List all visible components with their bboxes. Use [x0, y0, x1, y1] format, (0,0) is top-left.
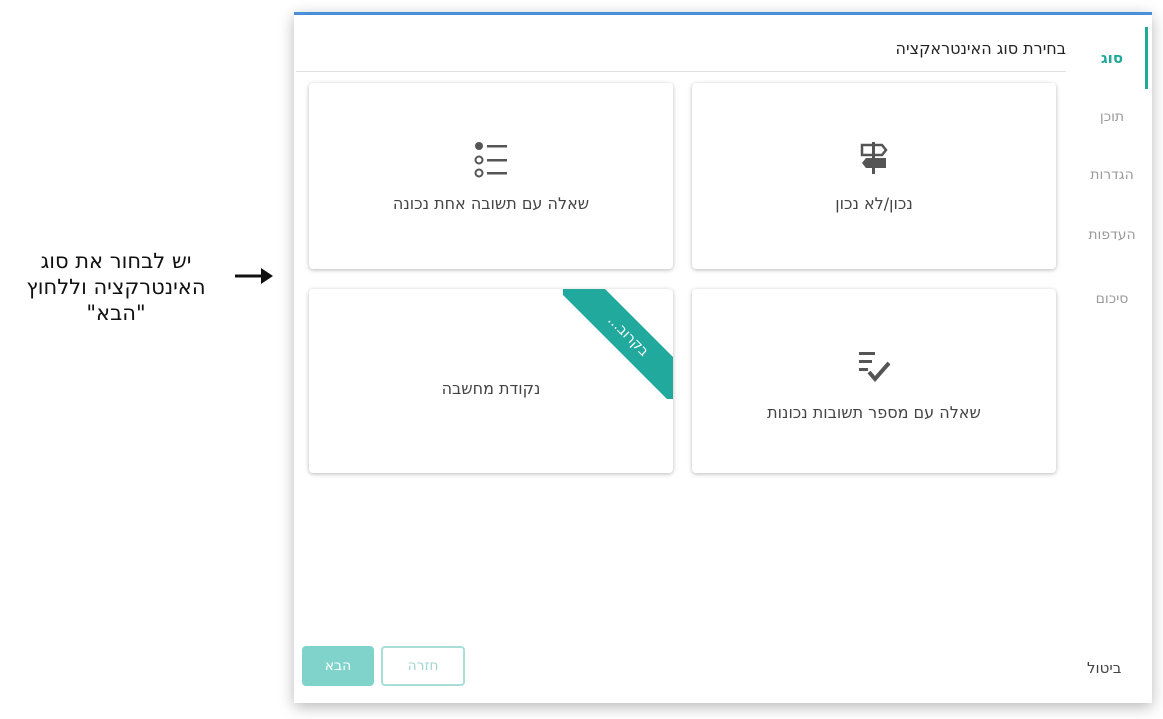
next-button[interactable]: הבא — [302, 646, 374, 686]
card-single-answer[interactable]: שאלה עם תשובה אחת נכונה — [309, 83, 673, 269]
card-true-false[interactable]: נכון/לא נכון — [692, 83, 1056, 269]
arrow-right-icon — [235, 268, 273, 284]
wizard-steps-sidebar: סוג תוכן הגדרות העדפות סיכום — [1072, 15, 1152, 703]
step-content[interactable]: תוכן — [1072, 109, 1152, 125]
card-thinking-point[interactable]: בקרוב... נקודת מחשבה — [309, 289, 673, 473]
annotation-line-3: "הבא" — [86, 301, 146, 325]
signpost-icon — [860, 142, 888, 174]
step-type[interactable]: סוג — [1072, 49, 1152, 67]
page-title: בחירת סוג האינטראקציה — [895, 39, 1066, 58]
instruction-annotation: יש לבחור את סוג האינטרקציה וללחוץ "הבא" — [0, 248, 232, 326]
annotation-line-2: האינטרקציה וללחוץ — [26, 275, 206, 299]
card-thinking-point-label: נקודת מחשבה — [441, 379, 541, 398]
annotation-line-1: יש לבחור את סוג — [40, 249, 192, 273]
card-multiple-answers[interactable]: שאלה עם מספר תשובות נכונות — [692, 289, 1056, 473]
card-multiple-answers-label: שאלה עם מספר תשובות נכונות — [767, 403, 981, 422]
back-button[interactable]: חזרה — [381, 646, 465, 686]
step-settings[interactable]: הגדרות — [1072, 167, 1152, 183]
header-divider — [296, 71, 1066, 72]
list-icon — [474, 142, 507, 178]
cancel-button[interactable]: ביטול — [1087, 659, 1121, 677]
checklist-icon — [859, 352, 891, 383]
card-single-answer-label: שאלה עם תשובה אחת נכונה — [392, 194, 590, 213]
step-summary[interactable]: סיכום — [1072, 291, 1152, 307]
interaction-wizard-dialog: סוג תוכן הגדרות העדפות סיכום בחירת סוג ה… — [294, 12, 1152, 703]
step-preferences[interactable]: העדפות — [1072, 227, 1152, 243]
card-true-false-label: נכון/לא נכון — [835, 194, 913, 213]
